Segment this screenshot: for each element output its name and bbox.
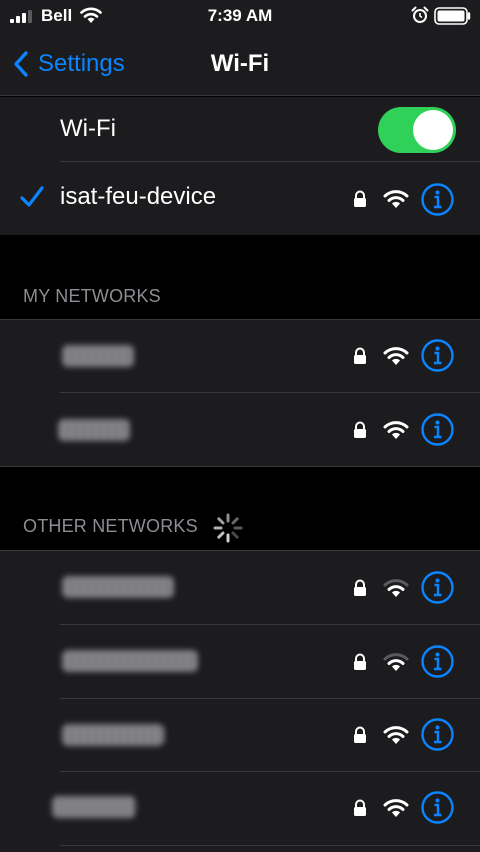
- redacted-network-name: [62, 345, 134, 367]
- divider: [0, 466, 480, 467]
- redacted-network-name: [62, 576, 174, 598]
- wifi-signal-icon: [383, 799, 409, 817]
- info-icon[interactable]: [421, 413, 454, 446]
- wifi-signal-icon: [383, 190, 409, 208]
- page-title: Wi-Fi: [210, 50, 270, 77]
- info-icon[interactable]: [421, 718, 454, 751]
- wifi-toggle-label: Wi-Fi: [60, 115, 116, 142]
- info-icon[interactable]: [421, 571, 454, 604]
- my-networks-header: MY NETWORKS: [23, 286, 161, 306]
- wifi-signal-icon: [383, 421, 409, 439]
- divider: [60, 845, 480, 846]
- info-icon[interactable]: [421, 645, 454, 678]
- info-icon[interactable]: [421, 339, 454, 372]
- navigation-bar: Settings Wi-Fi: [0, 34, 480, 96]
- lock-icon: [354, 190, 366, 207]
- wifi-signal-icon: [383, 347, 409, 365]
- lock-icon: [354, 579, 366, 596]
- redacted-network-name: [62, 724, 164, 746]
- lock-icon: [354, 653, 366, 670]
- lock-icon: [354, 799, 366, 816]
- connected-network-name: isat-feu-device: [60, 183, 217, 210]
- wifi-signal-icon: [383, 653, 409, 671]
- redacted-network-name: [52, 796, 136, 818]
- other-networks-header: OTHER NETWORKS: [23, 516, 198, 536]
- redacted-network-name: [58, 419, 130, 441]
- lock-icon: [354, 421, 366, 438]
- toggle-knob: [413, 110, 453, 150]
- status-time: 7:39 AM: [207, 6, 273, 25]
- checkmark-icon: [20, 186, 44, 207]
- battery-icon: [434, 7, 471, 25]
- status-bar: Bell 7:39 AM: [0, 0, 480, 34]
- lock-icon: [354, 726, 366, 743]
- info-icon[interactable]: [421, 183, 454, 216]
- wifi-toggle[interactable]: [378, 107, 456, 153]
- redacted-network-name: [62, 650, 198, 672]
- my-networks-group: [0, 320, 480, 466]
- info-icon[interactable]: [421, 791, 454, 824]
- wifi-signal-icon: [383, 726, 409, 744]
- alarm-clock-icon: [411, 6, 429, 23]
- lock-icon: [354, 347, 366, 364]
- spinner-icon: [213, 513, 243, 543]
- wifi-signal-icon: [383, 579, 409, 597]
